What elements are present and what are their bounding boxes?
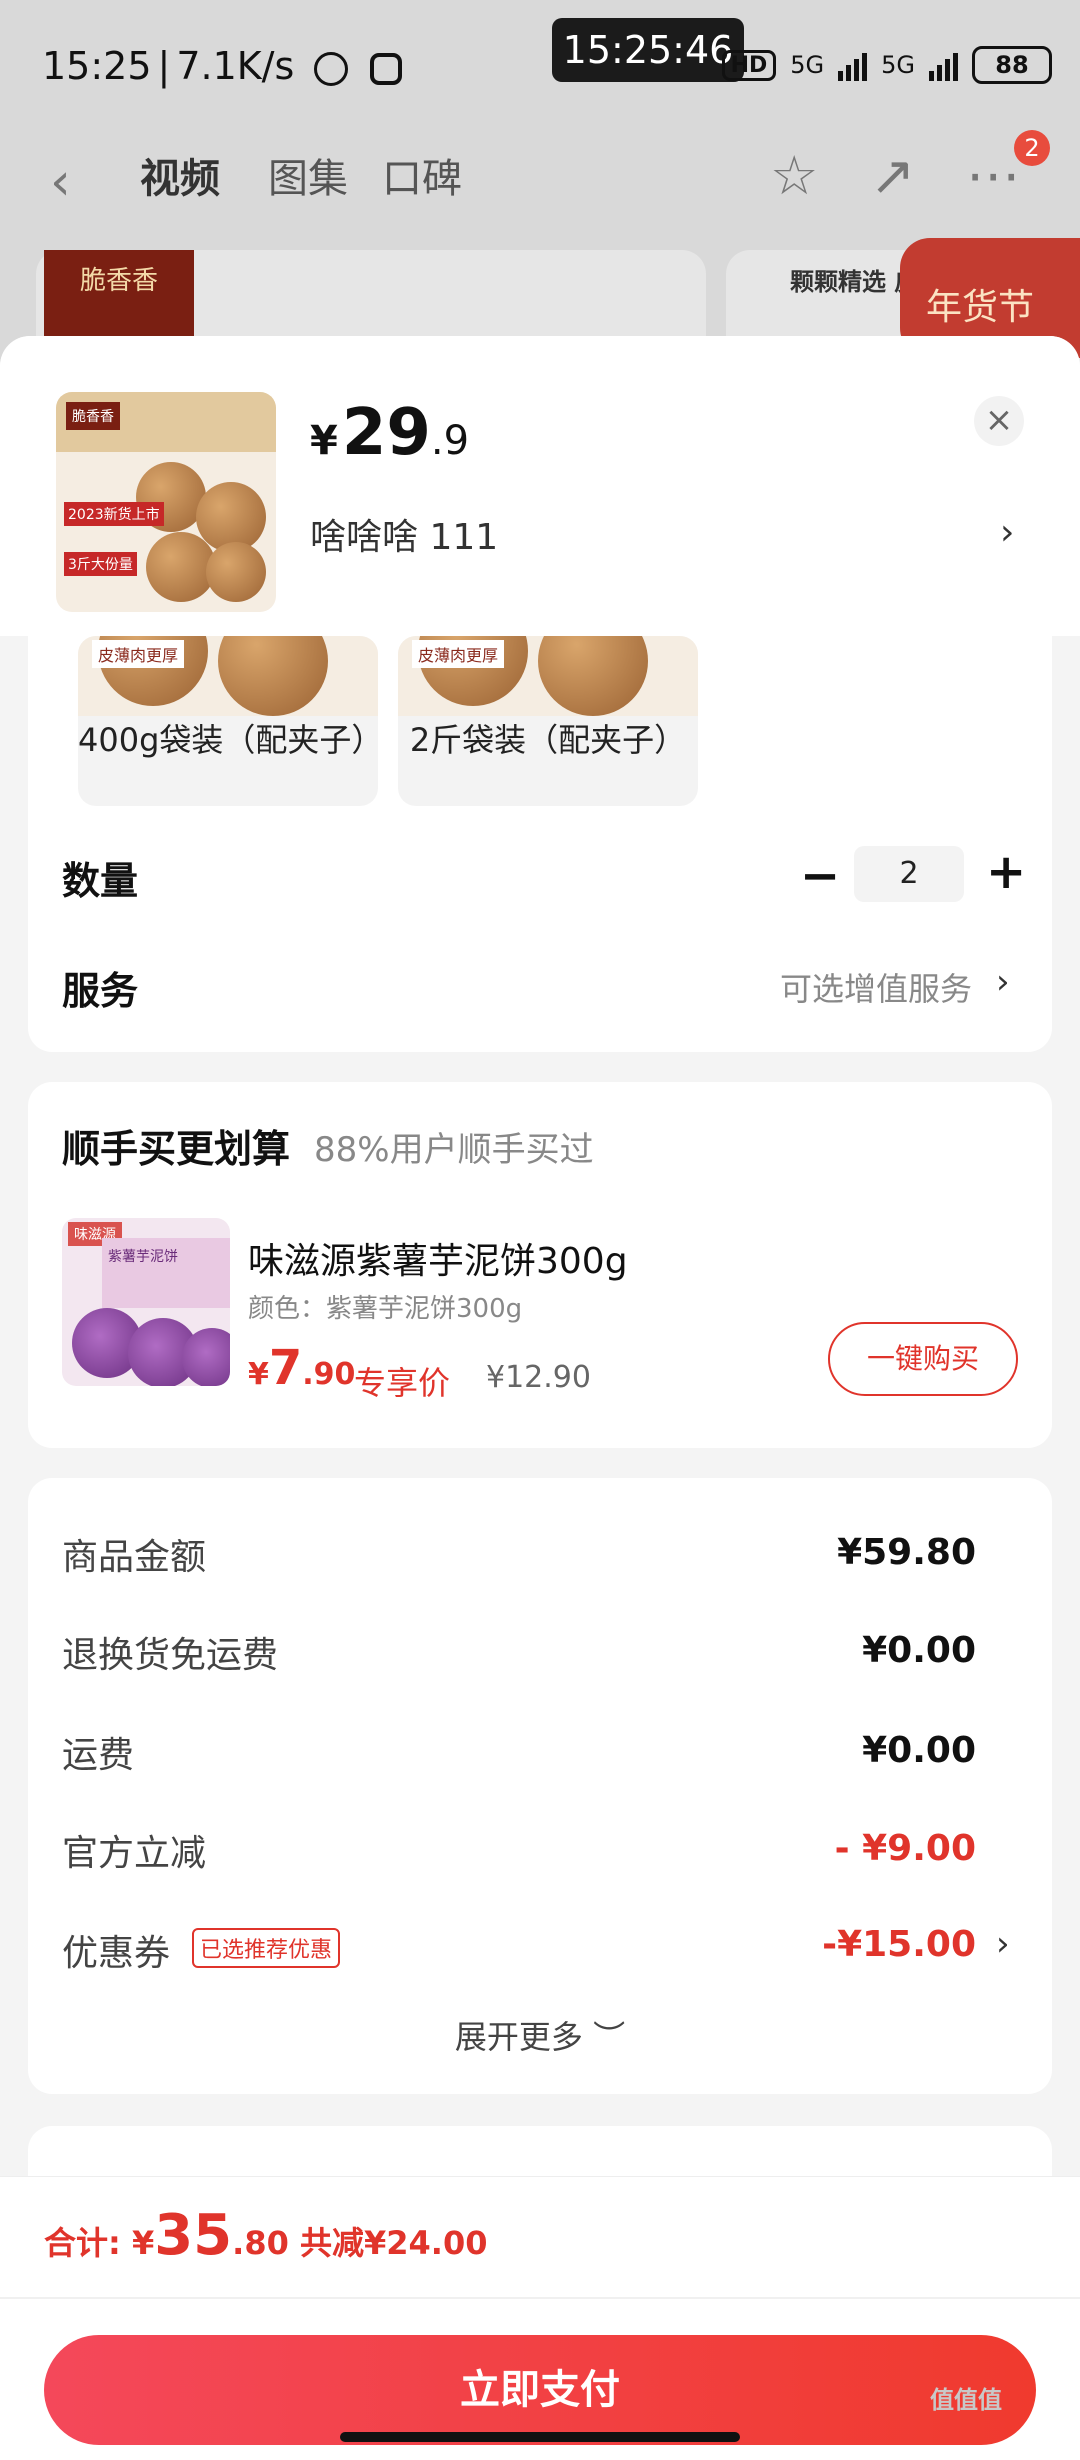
tab-reviews[interactable]: 口碑 <box>382 146 462 204</box>
divider <box>0 2297 1080 2299</box>
total-amount: 合计: ¥35.80 共减¥24.00 <box>44 2203 488 2268</box>
addon-variant: 颜色：紫薯芋泥饼300g <box>248 1294 523 1324</box>
option-label: 2斤袋装（配夹子） <box>409 721 687 759</box>
fee-label: 退换货免运费 <box>62 1635 279 1676</box>
status-right: HD 5G 5G 88 <box>721 46 1052 84</box>
thumb-tag: 2023新货上市 <box>64 502 164 526</box>
addon-price-tag: 专享价 <box>354 1364 451 1402</box>
more-icon[interactable]: ⋯ <box>966 144 1020 207</box>
fee-card: 商品金额 ¥59.80 退换货免运费 ¥0.00 运费 ¥0.00 官方立减 -… <box>28 1478 1052 2094</box>
addon-image[interactable]: 味滋源 紫薯芋泥饼 <box>62 1218 230 1386</box>
option-image: 皮薄肉更厚 <box>398 636 698 716</box>
coupon-label[interactable]: 优惠券 <box>62 1924 170 1976</box>
net1-label: 5G <box>790 51 825 79</box>
addon-orig-price: ¥12.90 <box>486 1360 591 1395</box>
bg-brand-logo: 脆香香 <box>44 250 194 340</box>
checkout-bar: 合计: ¥35.80 共减¥24.00 立即支付 <box>0 2176 1080 2460</box>
fee-value-discount: - ¥9.00 <box>834 1828 976 1869</box>
coupon-tag: 已选推荐优惠 <box>192 1928 341 1968</box>
close-button[interactable]: × <box>974 396 1024 446</box>
hd-icon: HD <box>721 49 777 81</box>
chevron-right-icon[interactable]: › <box>996 1924 1010 1964</box>
addon-name[interactable]: 味滋源紫薯芋泥饼300g <box>248 1232 628 1284</box>
qty-minus-button[interactable]: − <box>800 848 840 904</box>
option-400g[interactable]: 皮薄肉更厚 400g袋装（配夹子） <box>78 636 378 806</box>
chevron-right-icon[interactable]: › <box>996 962 1010 1002</box>
signal2-icon <box>929 49 958 81</box>
top-nav: ‹ 视频 图集 口碑 ☆ ↗ ⋯ 2 <box>0 130 1080 240</box>
watermark: 值值值 <box>930 2386 1002 2414</box>
option-label: 400g袋装（配夹子） <box>78 721 378 759</box>
floating-clock: 15:25:46 <box>552 18 744 82</box>
pay-now-button[interactable]: 立即支付 <box>44 2335 1036 2445</box>
app-notification-icon <box>370 52 403 85</box>
alarm-icon <box>314 51 349 86</box>
addon-subtitle: 88%用户顺手买过 <box>314 1130 594 1170</box>
notification-badge: 2 <box>1014 130 1050 166</box>
option-image: 皮薄肉更厚 <box>78 636 378 716</box>
expand-more-link[interactable]: 展开更多 ︶ <box>28 2012 1052 2058</box>
star-icon[interactable]: ☆ <box>770 144 818 207</box>
home-indicator[interactable] <box>340 2432 740 2442</box>
tab-gallery[interactable]: 图集 <box>268 146 348 204</box>
thumb-tag: 3斤大份量 <box>64 552 137 576</box>
status-time: 15:25 <box>42 44 152 88</box>
product-price: ¥29.9 <box>310 396 470 470</box>
status-separator: | <box>157 44 171 88</box>
quantity-label: 数量 <box>62 859 139 903</box>
option-image-label: 皮薄肉更厚 <box>412 640 505 668</box>
chevron-right-icon[interactable]: › <box>1000 512 1014 553</box>
share-icon[interactable]: ↗ <box>870 144 915 207</box>
fee-value: ¥0.00 <box>862 1630 976 1671</box>
addon-card: 顺手买更划算 88%用户顺手买过 味滋源 紫薯芋泥饼 味滋源紫薯芋泥饼300g … <box>28 1082 1052 1448</box>
fee-label: 运费 <box>62 1735 135 1776</box>
addon-price: ¥7.90 <box>248 1340 356 1396</box>
tab-video[interactable]: 视频 <box>140 146 220 204</box>
fee-label: 官方立减 <box>62 1833 207 1874</box>
one-click-buy-button[interactable]: 一键购买 <box>828 1322 1018 1396</box>
coupon-value[interactable]: -¥15.00 <box>822 1924 976 1965</box>
sku-sheet: 皮薄肉更厚 400g袋装（配夹子） 皮薄肉更厚 2斤袋装（配夹子） 数量 − 2… <box>0 336 1080 2460</box>
back-icon[interactable]: ‹ <box>50 152 71 212</box>
option-image-label: 皮薄肉更厚 <box>92 640 185 668</box>
service-hint[interactable]: 可选增值服务 <box>780 964 972 1010</box>
selected-spec: 啥啥啥 111 <box>310 517 499 558</box>
status-bar: 15:25 | 7.1K/s 15:25:46 HD 5G 5G 88 <box>0 0 1080 130</box>
option-2jin[interactable]: 皮薄肉更厚 2斤袋装（配夹子） <box>398 636 698 806</box>
status-time-group: 15:25 | 7.1K/s <box>42 44 403 88</box>
fee-label: 商品金额 <box>62 1537 207 1578</box>
qty-input[interactable]: 2 <box>854 846 964 902</box>
sheet-header: 脆香香 2023新货上市 3斤大份量 ¥29.9 啥啥啥 111 × › <box>0 336 1080 636</box>
service-label: 服务 <box>62 969 139 1013</box>
fee-value: ¥59.80 <box>837 1532 976 1573</box>
addon-img-box: 紫薯芋泥饼 <box>108 1249 178 1265</box>
signal-icon <box>838 49 868 81</box>
battery-icon: 88 <box>972 46 1052 84</box>
thumb-logo: 脆香香 <box>66 402 120 430</box>
net2-label: 5G <box>881 51 915 79</box>
net-speed: 7.1K/s <box>176 44 295 88</box>
qty-plus-button[interactable]: + <box>986 844 1026 900</box>
addon-title: 顺手买更划算 <box>62 1127 291 1171</box>
product-thumbnail: 脆香香 2023新货上市 3斤大份量 <box>56 392 276 612</box>
fee-value: ¥0.00 <box>862 1730 976 1771</box>
